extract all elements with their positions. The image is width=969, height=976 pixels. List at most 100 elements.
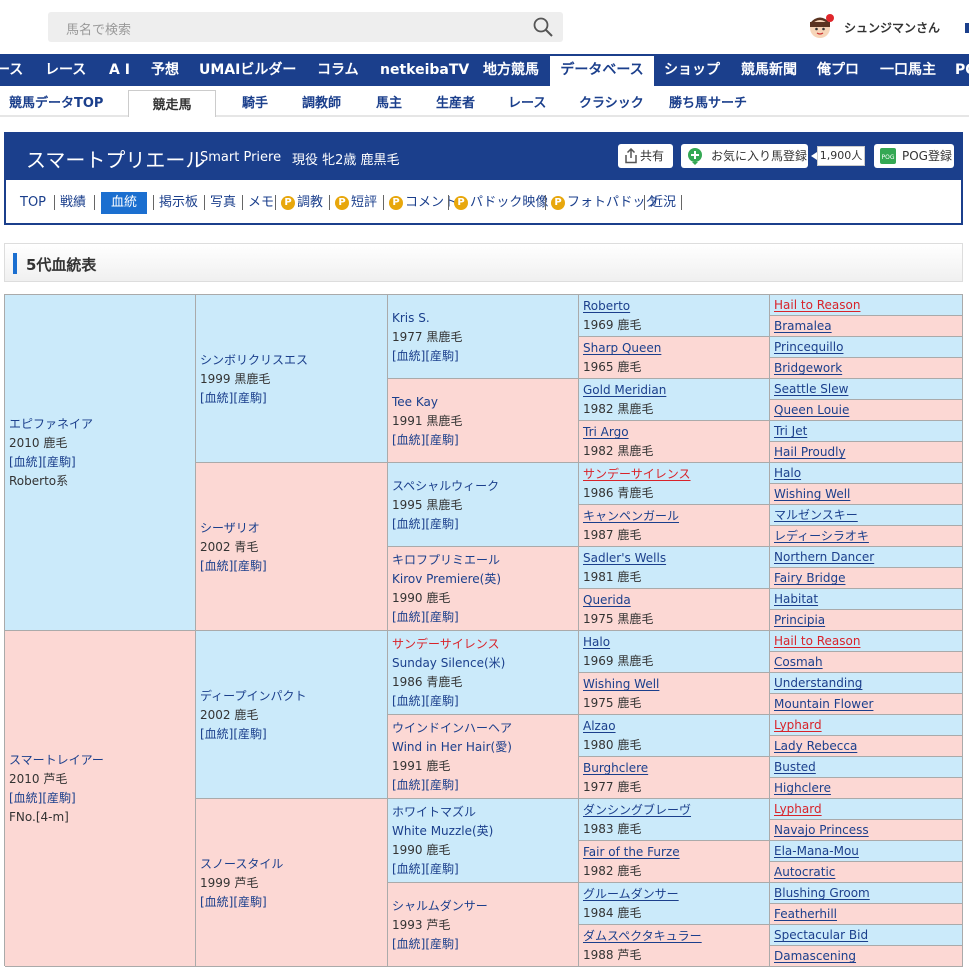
favorite-button[interactable]: お気に入り馬登録 xyxy=(681,144,808,168)
horse-name-link[interactable]: Featherhill xyxy=(774,904,962,924)
horse-name-link[interactable]: Ela-Mana-Mou xyxy=(774,841,962,861)
pedigree-offspring-link[interactable]: [血統][産駒] xyxy=(392,935,576,954)
pedigree-offspring-link[interactable]: [血統][産駒] xyxy=(392,776,576,795)
sub-nav-data-top[interactable]: 競馬データTOP xyxy=(9,92,103,111)
horse-name-link[interactable]: Lyphard xyxy=(774,715,962,735)
sub-nav-classic[interactable]: クラシック xyxy=(579,92,644,111)
tab-paddock-video[interactable]: P パドック映像 xyxy=(454,192,548,214)
horse-name-link[interactable]: Roberto xyxy=(583,297,767,316)
horse-name-link[interactable]: Halo xyxy=(774,463,962,483)
horse-name-en-link[interactable]: Wind in Her Hair(愛) xyxy=(392,738,576,757)
horse-name-link[interactable]: Lady Rebecca xyxy=(774,736,962,756)
horse-name-link[interactable]: Understanding xyxy=(774,673,962,693)
main-nav-ai[interactable]: A I xyxy=(109,54,130,86)
main-nav-hitokuchi[interactable]: 一口馬主 xyxy=(880,54,936,86)
user-name[interactable]: シュンジマンさん xyxy=(844,19,940,36)
horse-name-en-link[interactable]: White Muzzle(英) xyxy=(392,822,576,841)
main-nav-yoso[interactable]: 予想 xyxy=(151,54,179,86)
horse-name-link[interactable]: Kris S. xyxy=(392,309,576,328)
horse-name-link[interactable]: ダンシングブレーヴ xyxy=(583,801,767,820)
horse-name-link[interactable]: Hail to Reason xyxy=(774,631,962,651)
main-nav-news[interactable]: ース xyxy=(0,54,23,86)
main-nav-race[interactable]: レース xyxy=(45,54,86,86)
horse-name-link[interactable]: ホワイトマズル xyxy=(392,803,576,822)
horse-name-en-link[interactable]: Sunday Silence(米) xyxy=(392,654,576,673)
horse-name-link[interactable]: シーザリオ xyxy=(200,519,385,538)
horse-name-link[interactable]: シャルムダンサー xyxy=(392,897,576,916)
horse-name-link[interactable]: スノースタイル xyxy=(200,855,385,874)
menu-edge-icon[interactable] xyxy=(965,23,969,33)
horse-name-link[interactable]: Halo xyxy=(583,633,767,652)
tab-pedigree[interactable]: 血統 xyxy=(101,192,147,214)
horse-name-link[interactable]: Queen Louie xyxy=(774,400,962,420)
tab-memo[interactable]: メモ xyxy=(248,192,274,214)
pog-button[interactable]: POG POG登録 xyxy=(874,144,954,168)
main-nav-database[interactable]: データベース xyxy=(550,54,654,86)
horse-name-link[interactable]: Navajo Princess xyxy=(774,820,962,840)
tab-recent[interactable]: 近況 xyxy=(650,192,676,214)
horse-name-link[interactable]: キャンペンガール xyxy=(583,507,767,526)
horse-name-link[interactable]: Busted xyxy=(774,757,962,777)
horse-name-link[interactable]: Hail Proudly xyxy=(774,442,962,462)
horse-name-link[interactable]: ダムスペクタキュラー xyxy=(583,927,767,946)
search-box[interactable]: 馬名で検索 xyxy=(48,12,563,42)
pedigree-offspring-link[interactable]: [血統][産駒] xyxy=(200,725,385,744)
horse-name-link[interactable]: Seattle Slew xyxy=(774,379,962,399)
tab-comment[interactable]: P コメント xyxy=(389,192,457,214)
horse-name-link[interactable]: Autocratic xyxy=(774,862,962,882)
tab-short-review[interactable]: P 短評 xyxy=(335,192,377,214)
horse-name-link[interactable]: Wishing Well xyxy=(583,675,767,694)
pedigree-offspring-link[interactable]: [血統][産駒] xyxy=(200,557,385,576)
sub-nav-horse[interactable]: 競走馬 xyxy=(128,90,216,117)
horse-name-link[interactable]: ウインドインハーヘア xyxy=(392,719,576,738)
avatar[interactable] xyxy=(808,14,834,40)
horse-name-link[interactable]: Sadler's Wells xyxy=(583,549,767,568)
horse-name-link[interactable]: Cosmah xyxy=(774,652,962,672)
tab-training[interactable]: P 調教 xyxy=(281,192,323,214)
horse-name-link[interactable]: エピファネイア xyxy=(9,415,193,434)
pedigree-offspring-link[interactable]: [血統][産駒] xyxy=(200,893,385,912)
pedigree-offspring-link[interactable]: [血統][産駒] xyxy=(392,692,576,711)
tab-top[interactable]: TOP xyxy=(20,192,46,214)
horse-name-en-link[interactable]: Kirov Premiere(英) xyxy=(392,570,576,589)
tab-photo[interactable]: 写真 xyxy=(210,192,236,214)
sub-nav-trainer[interactable]: 調教師 xyxy=(302,92,341,111)
horse-name-link[interactable]: スマートレイアー xyxy=(9,751,193,770)
horse-name-link[interactable]: Damascening xyxy=(774,946,962,966)
tab-board[interactable]: 掲示板 xyxy=(159,192,198,214)
horse-name-link[interactable]: Sharp Queen xyxy=(583,339,767,358)
horse-name-link[interactable]: Querida xyxy=(583,591,767,610)
main-nav-netkeibatv[interactable]: netkeibaTV xyxy=(380,54,469,86)
horse-name-link[interactable]: レディーシラオキ xyxy=(774,526,962,546)
horse-name-link[interactable]: Tee Kay xyxy=(392,393,576,412)
search-input[interactable]: 馬名で検索 xyxy=(66,19,131,38)
horse-name-link[interactable]: サンデーサイレンス xyxy=(392,635,576,654)
horse-name-link[interactable]: Spectacular Bid xyxy=(774,925,962,945)
horse-name-link[interactable]: マルゼンスキー xyxy=(774,505,962,525)
horse-name-link[interactable]: Habitat xyxy=(774,589,962,609)
horse-name-link[interactable]: Bramalea xyxy=(774,316,962,336)
pedigree-offspring-link[interactable]: [血統][産駒] xyxy=(9,789,193,808)
pedigree-offspring-link[interactable]: [血統][産駒] xyxy=(392,860,576,879)
horse-name-link[interactable]: シンボリクリスエス xyxy=(200,351,385,370)
horse-name-link[interactable]: サンデーサイレンス xyxy=(583,465,767,484)
pedigree-offspring-link[interactable]: [血統][産駒] xyxy=(392,431,576,450)
pedigree-offspring-link[interactable]: [血統][産駒] xyxy=(392,515,576,534)
horse-name-link[interactable]: キロフプリミエール xyxy=(392,551,576,570)
main-nav-shinbun[interactable]: 競馬新聞 xyxy=(741,54,797,86)
share-button[interactable]: 共有 xyxy=(618,144,673,168)
horse-name-link[interactable]: Tri Jet xyxy=(774,421,962,441)
pedigree-offspring-link[interactable]: [血統][産駒] xyxy=(9,453,193,472)
horse-name-link[interactable]: Fairy Bridge xyxy=(774,568,962,588)
horse-name-link[interactable]: Fair of the Furze xyxy=(583,843,767,862)
search-icon[interactable] xyxy=(533,17,553,37)
horse-name-link[interactable]: グルームダンサー xyxy=(583,885,767,904)
tab-photo-paddock[interactable]: P フォトパドック xyxy=(551,192,658,214)
sub-nav-breeder[interactable]: 生産者 xyxy=(436,92,475,111)
main-nav-orepro[interactable]: 俺プロ xyxy=(817,54,859,86)
main-nav-umai-builder[interactable]: UMAIビルダー xyxy=(199,54,296,86)
main-nav-shop[interactable]: ショップ xyxy=(664,54,720,86)
horse-name-link[interactable]: Burghclere xyxy=(583,759,767,778)
horse-name-link[interactable]: Hail to Reason xyxy=(774,295,962,315)
horse-name-link[interactable]: Mountain Flower xyxy=(774,694,962,714)
